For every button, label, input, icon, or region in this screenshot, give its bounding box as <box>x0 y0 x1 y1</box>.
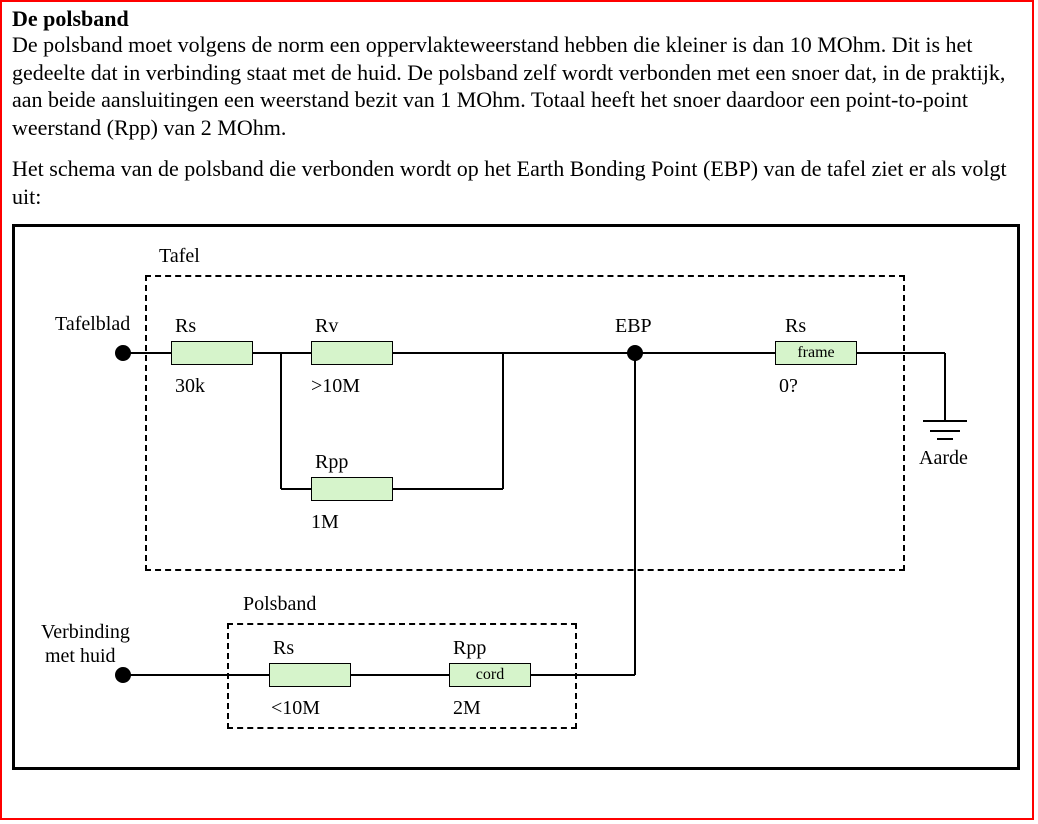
tafel-rv-label: Rv <box>315 315 338 338</box>
tafelblad-label: Tafelblad <box>55 313 130 336</box>
tafel-rpp-label: Rpp <box>315 451 348 474</box>
tafel-rs-label: Rs <box>175 315 196 338</box>
polsband-rpp-resistor: cord <box>449 663 531 687</box>
tafel-rs-value: 30k <box>175 375 205 398</box>
polsband-rs-label: Rs <box>273 637 294 660</box>
polsband-rpp-value: 2M <box>453 697 481 720</box>
tafel-rv-resistor <box>311 341 393 365</box>
polsband-rpp-label: Rpp <box>453 637 486 660</box>
paragraph-2: Het schema van de polsband die verbonden… <box>12 155 1022 210</box>
section-title: De polsband <box>12 6 1022 31</box>
polsband-label: Polsband <box>243 593 316 616</box>
verbinding-label-2: met huid <box>45 645 116 668</box>
tafel-rs-resistor <box>171 341 253 365</box>
verbinding-label-1: Verbinding <box>41 621 130 644</box>
tafel-rpp-resistor <box>311 477 393 501</box>
frame-rs-value: 0? <box>779 375 798 398</box>
aarde-label: Aarde <box>919 447 968 470</box>
document-page: De polsband De polsband moet volgens de … <box>0 0 1034 820</box>
tafel-rpp-value: 1M <box>311 511 339 534</box>
polsband-rs-resistor <box>269 663 351 687</box>
polsband-rs-value: <10M <box>271 697 320 720</box>
tafel-rv-value: >10M <box>311 375 360 398</box>
ebp-label: EBP <box>615 315 652 338</box>
tafel-label: Tafel <box>159 245 200 268</box>
paragraph-1: De polsband moet volgens de norm een opp… <box>12 31 1022 141</box>
frame-rs-label: Rs <box>785 315 806 338</box>
circuit-diagram: Tafel Tafelblad Rs 30k Rv >10M Rpp 1M EB… <box>12 224 1020 770</box>
frame-rs-resistor: frame <box>775 341 857 365</box>
